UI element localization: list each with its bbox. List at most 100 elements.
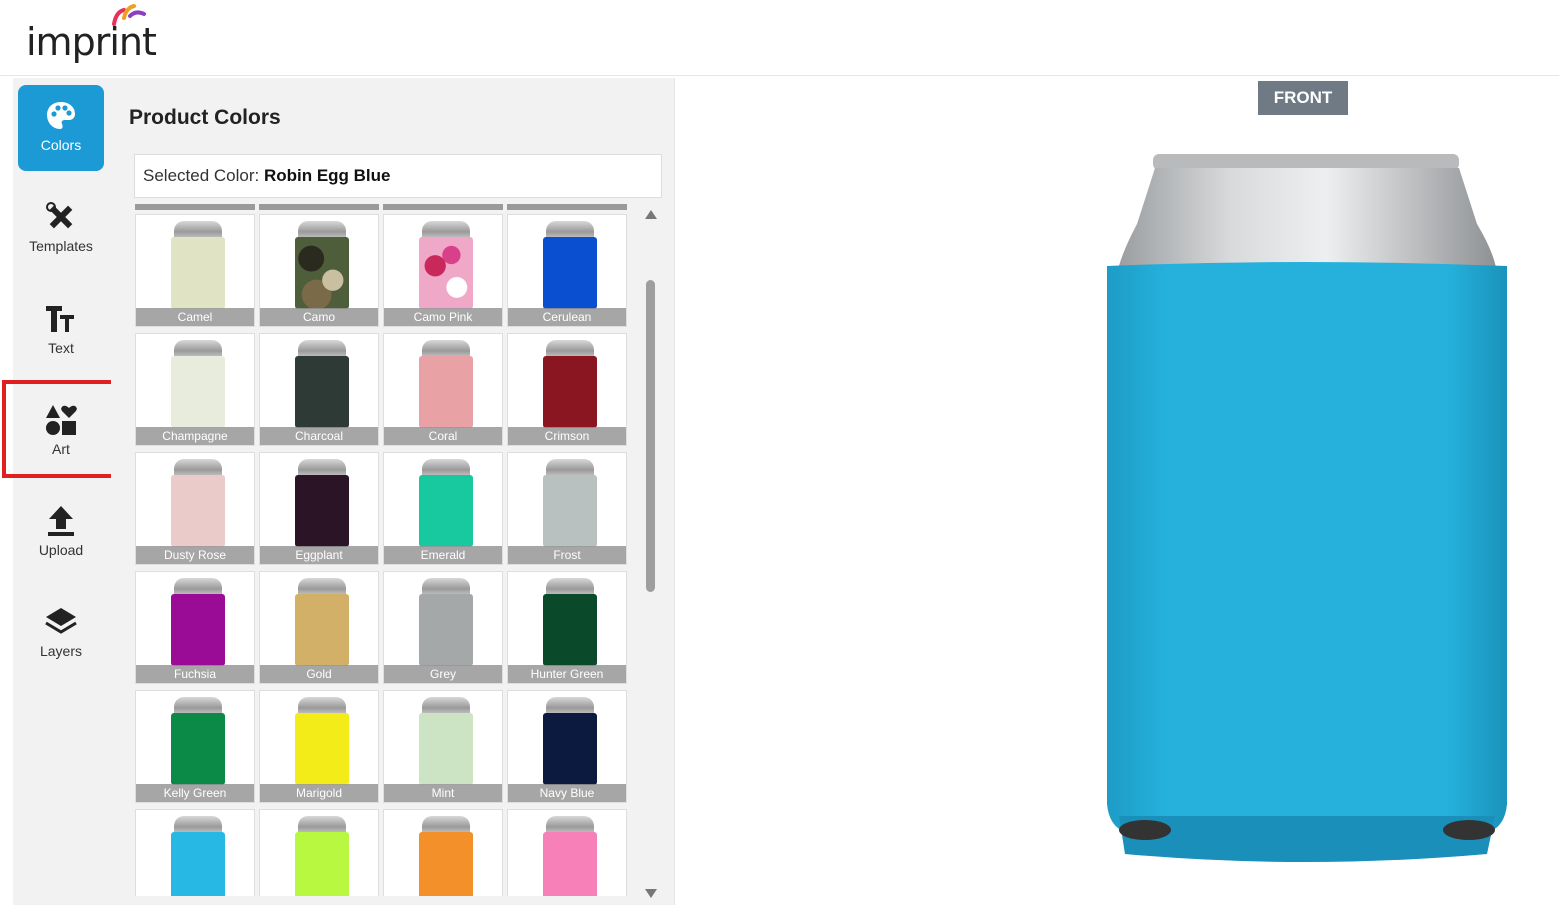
swatch-label: Fuchsia bbox=[136, 665, 254, 683]
scroll-down-arrow-icon[interactable] bbox=[645, 889, 657, 898]
color-swatch[interactable]: Grey bbox=[383, 571, 503, 684]
swatch-can-thumbnail bbox=[295, 221, 349, 309]
swatch-label: Navy Blue bbox=[508, 784, 626, 802]
swatch-label: Cerulean bbox=[508, 308, 626, 326]
koozie-notch-right bbox=[1443, 820, 1495, 840]
nav-item-upload[interactable]: Upload bbox=[18, 490, 104, 576]
imprint-logo[interactable]: imprint bbox=[26, 4, 166, 70]
color-swatch[interactable]: Camo bbox=[259, 214, 379, 327]
swatch-can-thumbnail bbox=[419, 340, 473, 428]
color-swatch[interactable]: Coral bbox=[383, 333, 503, 446]
nav-label: Text bbox=[48, 340, 74, 356]
color-swatch[interactable] bbox=[383, 809, 503, 896]
swatch-can-thumbnail bbox=[543, 459, 597, 547]
swatch-label: Kelly Green bbox=[136, 784, 254, 802]
swatch-can-thumbnail bbox=[419, 578, 473, 666]
nav-label: Layers bbox=[39, 643, 83, 659]
color-swatch[interactable]: Champagne bbox=[135, 333, 255, 446]
swatch-label: Camo Pink bbox=[384, 308, 502, 326]
panel-title: Product Colors bbox=[129, 106, 281, 129]
color-swatch[interactable] bbox=[507, 809, 627, 896]
color-swatch[interactable]: Cerulean bbox=[507, 214, 627, 327]
selected-color-prefix: Selected Color: bbox=[143, 166, 264, 185]
koozie-sleeve bbox=[1107, 262, 1507, 832]
color-swatch[interactable]: Kelly Green bbox=[135, 690, 255, 803]
swatch-can-thumbnail bbox=[543, 340, 597, 428]
color-swatch[interactable]: Emerald bbox=[383, 452, 503, 565]
swatch-can-thumbnail bbox=[419, 816, 473, 896]
swatch-label: Camo bbox=[260, 308, 378, 326]
color-swatch[interactable]: Charcoal bbox=[259, 333, 379, 446]
front-view-button[interactable]: FRONT bbox=[1258, 81, 1348, 115]
layers-icon bbox=[44, 605, 78, 639]
swatch-can-thumbnail bbox=[419, 697, 473, 785]
selected-color-value: Robin Egg Blue bbox=[263, 166, 391, 185]
color-swatch[interactable]: Dusty Rose bbox=[135, 452, 255, 565]
swatch-can-thumbnail bbox=[543, 578, 597, 666]
left-toolbar: Colors Templates Text Art Upload Layers bbox=[13, 78, 111, 905]
nav-item-colors[interactable]: Colors bbox=[18, 85, 104, 171]
swatch-label: Mint bbox=[384, 784, 502, 802]
swatch-can-thumbnail bbox=[295, 578, 349, 666]
previous-row-edge bbox=[135, 204, 631, 210]
swatch-can-thumbnail bbox=[543, 221, 597, 309]
color-swatch[interactable]: Camo Pink bbox=[383, 214, 503, 327]
swatch-label: Crimson bbox=[508, 427, 626, 445]
nav-item-layers[interactable]: Layers bbox=[18, 591, 104, 677]
logo-text: imprint bbox=[26, 20, 157, 64]
swatch-can-thumbnail bbox=[543, 816, 597, 896]
swatch-label: Camel bbox=[136, 308, 254, 326]
swatch-can-thumbnail bbox=[295, 816, 349, 896]
swatch-label: Dusty Rose bbox=[136, 546, 254, 564]
color-swatch-grid: Camel Camo Camo Pink Cerulean Champagne Charc… bbox=[135, 204, 631, 896]
swatch-can-thumbnail bbox=[171, 697, 225, 785]
color-swatch[interactable]: Gold bbox=[259, 571, 379, 684]
swatch-can-thumbnail bbox=[295, 459, 349, 547]
product-koozie-preview[interactable] bbox=[1105, 154, 1509, 889]
tools-icon bbox=[44, 200, 78, 234]
nav-label: Templates bbox=[29, 238, 93, 254]
nav-label: Colors bbox=[40, 137, 82, 153]
scroll-thumb[interactable] bbox=[646, 280, 655, 592]
swatch-can-thumbnail bbox=[171, 459, 225, 547]
can-lid bbox=[1153, 154, 1459, 170]
product-colors-panel: Product Colors Selected Color: Robin Egg… bbox=[111, 78, 674, 905]
color-swatch[interactable]: Mint bbox=[383, 690, 503, 803]
nav-label: Upload bbox=[38, 542, 84, 558]
swatch-label: Coral bbox=[384, 427, 502, 445]
swatch-label: Marigold bbox=[260, 784, 378, 802]
swatch-label: Emerald bbox=[384, 546, 502, 564]
swatch-can-thumbnail bbox=[295, 697, 349, 785]
color-swatch[interactable]: Eggplant bbox=[259, 452, 379, 565]
nav-item-text[interactable]: Text bbox=[18, 288, 104, 374]
swatch-can-thumbnail bbox=[295, 340, 349, 428]
koozie-bottom bbox=[1119, 816, 1495, 862]
upload-icon bbox=[44, 504, 78, 538]
swatch-can-thumbnail bbox=[171, 340, 225, 428]
color-swatch[interactable] bbox=[135, 809, 255, 896]
swatch-can-thumbnail bbox=[171, 221, 225, 309]
scroll-up-arrow-icon[interactable] bbox=[645, 210, 657, 219]
nav-item-templates[interactable]: Templates bbox=[18, 186, 104, 272]
swatch-can-thumbnail bbox=[171, 816, 225, 896]
selected-color-box: Selected Color: Robin Egg Blue bbox=[134, 154, 662, 198]
swatch-label: Frost bbox=[508, 546, 626, 564]
swatch-can-thumbnail bbox=[419, 459, 473, 547]
color-swatch[interactable]: Frost bbox=[507, 452, 627, 565]
palette-icon bbox=[44, 99, 78, 133]
color-swatch[interactable]: Hunter Green bbox=[507, 571, 627, 684]
swatch-can-thumbnail bbox=[419, 221, 473, 309]
color-swatch[interactable]: Crimson bbox=[507, 333, 627, 446]
color-swatch[interactable] bbox=[259, 809, 379, 896]
swatch-label: Hunter Green bbox=[508, 665, 626, 683]
color-swatch[interactable]: Camel bbox=[135, 214, 255, 327]
text-size-icon bbox=[44, 302, 78, 336]
color-swatch[interactable]: Fuchsia bbox=[135, 571, 255, 684]
swatch-scrollbar[interactable] bbox=[643, 208, 657, 898]
swatch-label: Champagne bbox=[136, 427, 254, 445]
swatch-can-thumbnail bbox=[543, 697, 597, 785]
color-swatch[interactable]: Marigold bbox=[259, 690, 379, 803]
color-swatch[interactable]: Navy Blue bbox=[507, 690, 627, 803]
swatch-label: Charcoal bbox=[260, 427, 378, 445]
art-highlight-box bbox=[2, 380, 122, 478]
